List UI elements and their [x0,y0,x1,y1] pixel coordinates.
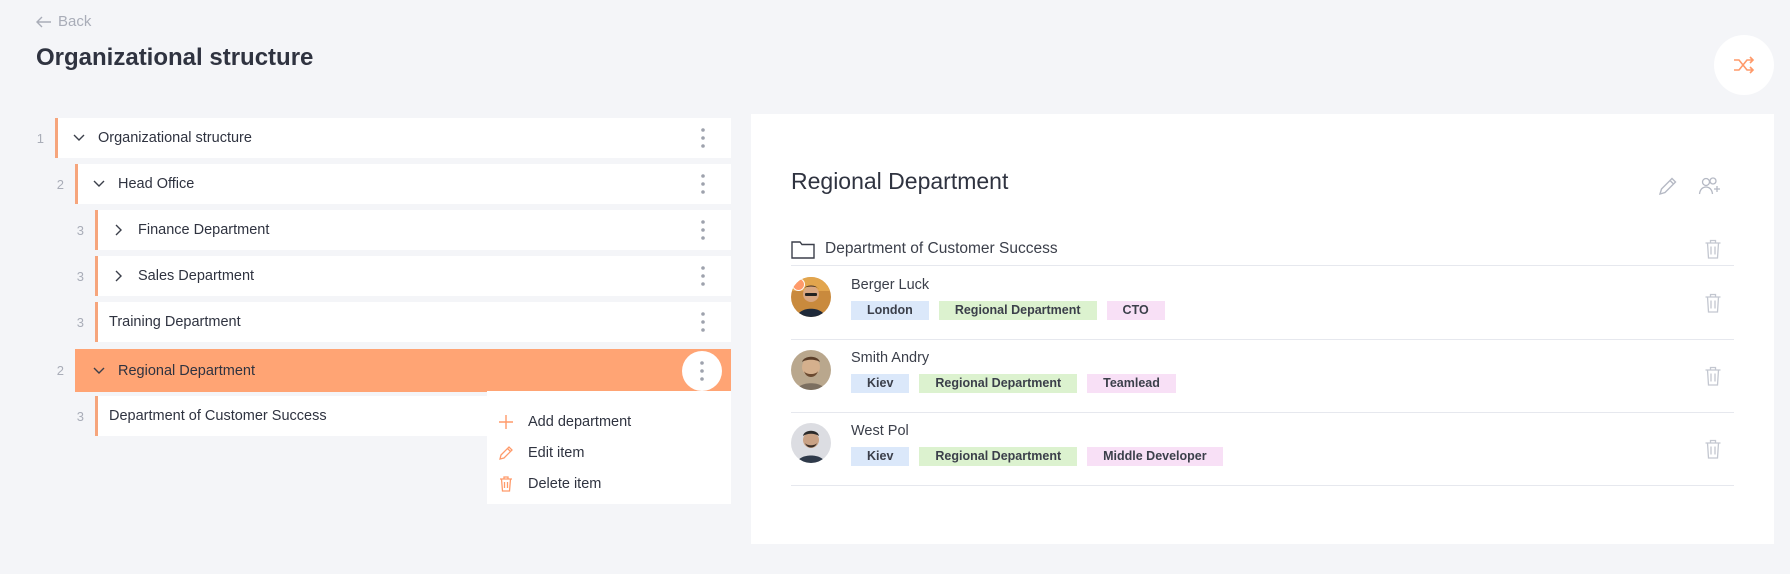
city-tag: London [851,301,929,320]
avatar [791,277,831,317]
shuffle-button[interactable] [1714,35,1774,95]
trash-icon[interactable] [1704,366,1722,386]
chevron-down-icon[interactable] [72,131,86,145]
tree-item-sales-department[interactable]: 3 Sales Department [77,256,731,296]
trash-icon[interactable] [1704,239,1722,259]
tree-level: 1 [36,130,44,146]
employee-name: Smith Andry [851,350,930,366]
delete-item-menu-item[interactable]: Delete item [487,468,731,499]
kebab-icon[interactable] [689,170,717,198]
avatar [791,350,831,390]
employee-name: West Pol [851,423,909,439]
pencil-icon[interactable] [1656,174,1680,198]
menu-item-label: Edit item [528,444,585,461]
arrow-left-icon [36,16,51,27]
employee-row[interactable]: West Pol Kiev Regional Department Middle… [791,413,1734,486]
shuffle-icon [1734,56,1755,74]
tree-level: 3 [76,408,84,424]
add-department-menu-item[interactable]: Add department [487,406,731,437]
avatar [791,423,831,463]
tree-item-regional-department[interactable]: 2 Regional Department [57,349,731,392]
tree-item-organizational-structure[interactable]: 1 Organizational structure [37,118,731,158]
chevron-right-icon[interactable] [112,269,126,283]
trash-icon[interactable] [1704,293,1722,313]
position-tag: CTO [1106,301,1165,320]
subdepartment-name: Department of Customer Success [825,239,1058,257]
employee-row[interactable]: Berger Luck London Regional Department C… [791,267,1734,340]
tree-level: 3 [76,314,84,330]
tree-item-finance-department[interactable]: 3 Finance Department [77,210,731,250]
page-title: Organizational structure [36,44,314,71]
context-menu: Add department Edit item Delete item [487,391,731,504]
tree-level: 3 [76,222,84,238]
position-tag: Middle Developer [1087,447,1223,466]
chevron-down-icon[interactable] [92,177,106,191]
tree-item-label: Organizational structure [98,130,252,146]
edit-item-menu-item[interactable]: Edit item [487,437,731,468]
chevron-down-icon[interactable] [92,364,106,378]
chevron-right-icon[interactable] [112,223,126,237]
head-badge-icon [792,278,805,291]
employee-name: Berger Luck [851,277,930,293]
tree-level: 3 [76,268,84,284]
tree-item-customer-success[interactable]: 3 Department of Customer Success [77,396,487,436]
department-title: Regional Department [791,168,1009,194]
back-link[interactable]: Back [36,13,91,30]
kebab-icon[interactable] [689,124,717,152]
plus-icon [497,413,515,431]
tree-item-label: Finance Department [138,222,270,238]
kebab-icon[interactable] [689,308,717,336]
trash-icon[interactable] [1704,439,1722,459]
kebab-icon[interactable] [682,350,722,391]
city-tag: Kiev [851,374,910,393]
users-add-icon[interactable] [1698,174,1722,198]
menu-item-label: Delete item [528,475,602,492]
subdepartment-row[interactable]: Department of Customer Success [791,232,1734,266]
trash-icon [497,475,515,493]
tree-item-label: Sales Department [138,268,255,284]
tree-item-label: Training Department [109,314,241,330]
tree-item-label: Regional Department [118,362,256,379]
back-label: Back [58,13,92,30]
tree-item-label: Head Office [118,176,195,192]
position-tag: Teamlead [1087,374,1176,393]
folder-icon [791,240,815,259]
employee-row[interactable]: Smith Andry Kiev Regional Department Tea… [791,340,1734,413]
city-tag: Kiev [851,447,910,466]
kebab-icon[interactable] [689,262,717,290]
tree-item-training-department[interactable]: 3 Training Department [77,302,731,342]
tree-item-head-office[interactable]: 2 Head Office [57,164,731,204]
menu-item-label: Add department [528,413,632,430]
tree-level: 2 [56,176,64,192]
department-tag: Regional Department [919,374,1078,393]
department-detail-panel: Regional Department Department of Custom… [751,114,1774,544]
tree-item-label: Department of Customer Success [109,408,327,424]
department-tag: Regional Department [938,301,1097,320]
department-tag: Regional Department [919,447,1078,466]
kebab-icon[interactable] [689,216,717,244]
pencil-icon [497,444,515,462]
tree-level: 2 [56,363,64,378]
